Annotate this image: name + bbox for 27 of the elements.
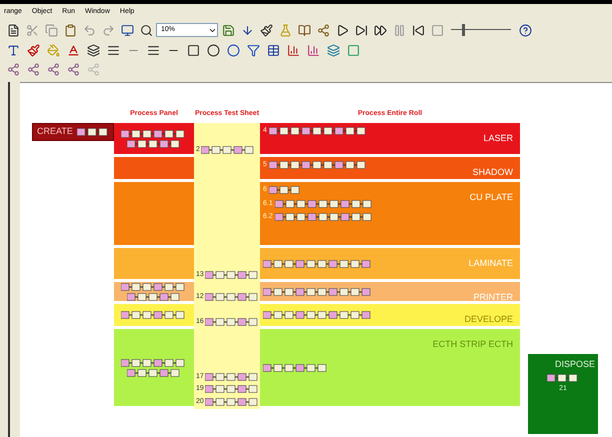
flow-drawing	[546, 374, 580, 382]
flow-drawing	[204, 292, 260, 301]
flow-drawing	[121, 358, 187, 366]
lane-label: SHADOW	[472, 166, 514, 179]
flow-drawing	[200, 146, 256, 154]
lane-label: LAMINATE	[468, 257, 514, 270]
flow-drawing	[121, 130, 187, 138]
flow-drawing	[268, 186, 302, 194]
lane-label: PRINTER	[473, 291, 514, 304]
flow-drawing	[126, 140, 182, 148]
flow-drawing	[204, 398, 260, 406]
lane-label: ECTH STRIP ECTH	[432, 338, 514, 351]
flow-drawing	[263, 364, 329, 372]
flow-drawing	[126, 292, 182, 300]
flow-drawing	[121, 311, 187, 319]
flow-drawing	[126, 368, 182, 376]
flow-drawing	[76, 128, 110, 136]
speed-slider[interactable]	[451, 24, 511, 36]
flow-drawing	[121, 282, 187, 290]
flow-drawing	[204, 385, 260, 394]
flow-drawing	[204, 318, 260, 326]
create-box: CREATE	[32, 123, 114, 141]
lane-label: LASER	[483, 132, 514, 145]
lane-label: DEVELOPE	[464, 313, 514, 326]
flow-drawing	[204, 372, 260, 381]
lane-label: CU PLATE	[470, 191, 514, 204]
flow-drawing	[204, 270, 260, 279]
